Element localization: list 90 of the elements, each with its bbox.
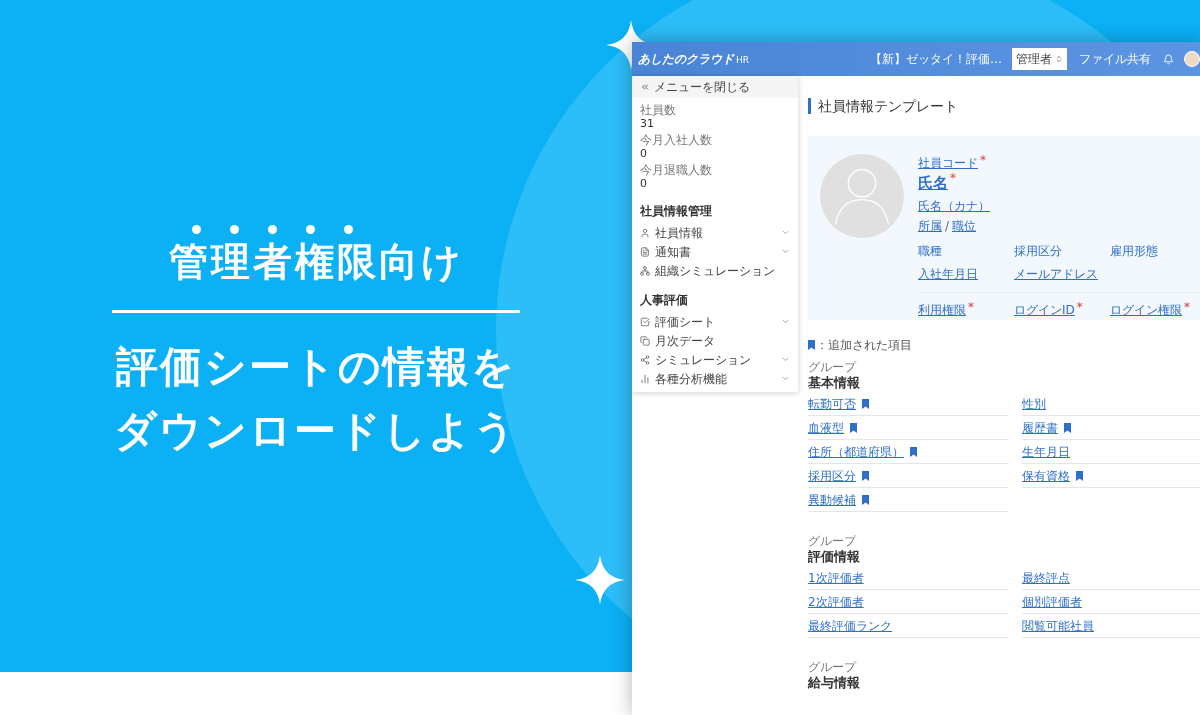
- field-link[interactable]: 2次評価者: [808, 592, 864, 611]
- role-select[interactable]: 管理者: [1012, 48, 1067, 70]
- hero-subtitle: 評価シートの情報を ダウンロードしよう: [114, 341, 518, 457]
- bookmark-icon: [1064, 422, 1071, 433]
- select-arrows-icon: [1055, 55, 1063, 63]
- profile-field[interactable]: メールアドレス: [1014, 264, 1110, 283]
- access-field[interactable]: ログインID: [1014, 300, 1075, 319]
- profile-field[interactable]: 入社年月日: [918, 264, 1014, 283]
- field-link[interactable]: 最終評点: [1022, 568, 1070, 587]
- menu-item[interactable]: 評価シート: [640, 312, 790, 331]
- logo[interactable]: あしたのクラウド: [638, 50, 734, 68]
- menu-item[interactable]: 月次データ: [640, 331, 790, 350]
- menu-item[interactable]: シミュレーション: [640, 350, 790, 369]
- notice-link[interactable]: 【新】ゼッタイ！評価…: [870, 50, 1002, 68]
- access-field[interactable]: 利用権限: [918, 300, 966, 319]
- notification-icon[interactable]: [1163, 53, 1174, 65]
- bookmark-icon: [850, 422, 857, 433]
- chevron-down-icon: [781, 228, 790, 237]
- menu-item[interactable]: 各種分析機能: [640, 369, 790, 388]
- group-title: 給与情報: [808, 674, 861, 692]
- double-chevron-icon: [640, 82, 650, 92]
- group-title: 基本情報: [808, 374, 861, 392]
- department-link[interactable]: 所属: [918, 216, 942, 235]
- field-link[interactable]: 保有資格: [1022, 466, 1070, 485]
- required-mark: *: [980, 154, 986, 166]
- profile-field: 職種: [918, 241, 1014, 260]
- file-share-link[interactable]: ファイル共有: [1079, 50, 1151, 68]
- field-link[interactable]: 住所（都道府県）: [808, 442, 904, 461]
- required-mark: *: [1076, 300, 1083, 313]
- checkbox-icon: [640, 316, 650, 327]
- name-link[interactable]: 氏名: [918, 172, 948, 195]
- close-menu-button[interactable]: メニューを閉じる: [632, 76, 798, 98]
- bookmark-icon: [862, 470, 869, 481]
- menu-item[interactable]: 社員情報: [640, 223, 790, 242]
- document-icon: [640, 246, 650, 257]
- employee-code-link[interactable]: 社員コード: [918, 154, 978, 172]
- field-link[interactable]: 履歴書: [1022, 418, 1058, 437]
- chevron-down-icon: [781, 374, 790, 383]
- stat-label: 社員数: [640, 103, 677, 117]
- sparkle-icon: [575, 555, 625, 605]
- legend-text: ：追加された項目: [816, 337, 912, 354]
- stat-value: 0: [640, 147, 648, 161]
- bookmark-icon: [1076, 470, 1083, 481]
- bookmark-icon: [862, 494, 869, 505]
- stat-value: 0: [640, 177, 648, 191]
- group-caption: グループ: [808, 534, 858, 548]
- group-caption: グループ: [808, 360, 858, 374]
- bookmark-icon: [808, 340, 815, 350]
- profile-field: 雇用形態: [1110, 241, 1200, 260]
- field-link[interactable]: 閲覧可能社員: [1022, 616, 1094, 635]
- field-link[interactable]: 血液型: [808, 418, 844, 437]
- field-link[interactable]: 個別評価者: [1022, 592, 1082, 611]
- field-link[interactable]: 性別: [1022, 394, 1046, 413]
- field-link[interactable]: 転勤可否: [808, 394, 856, 413]
- field-link[interactable]: 1次評価者: [808, 568, 864, 587]
- stat-value: 31: [640, 117, 655, 131]
- required-mark: *: [1184, 300, 1190, 313]
- profile-field: 採用区分: [1014, 241, 1110, 260]
- chevron-down-icon: [781, 247, 790, 256]
- avatar[interactable]: [1184, 51, 1200, 67]
- position-link[interactable]: 職位: [952, 216, 977, 235]
- required-mark: *: [950, 172, 956, 184]
- nodes-icon: [640, 354, 650, 365]
- required-mark: *: [968, 300, 974, 313]
- stat-label: 今月入社人数: [640, 133, 713, 147]
- bookmark-icon: [862, 398, 869, 409]
- person-icon: [640, 227, 650, 238]
- chevron-down-icon: [781, 355, 790, 364]
- section-title: 社員情報管理: [640, 203, 713, 220]
- access-field[interactable]: ログイン権限: [1110, 300, 1182, 319]
- page-title: 社員情報テンプレート: [808, 98, 1200, 114]
- hero-title: 管理者権限向け: [168, 238, 464, 286]
- menu-item[interactable]: 通知書: [640, 242, 790, 261]
- field-link[interactable]: 異動候補: [808, 490, 856, 509]
- chevron-down-icon: [781, 317, 790, 326]
- group-caption: グループ: [808, 660, 858, 674]
- stat-label: 今月退職人数: [640, 163, 713, 177]
- logo-suffix: HR: [736, 54, 750, 68]
- menu-item[interactable]: 組織シミュレーション: [640, 261, 790, 280]
- copy-icon: [640, 335, 650, 346]
- field-link[interactable]: 最終評価ランク: [808, 616, 892, 635]
- section-title: 人事評価: [640, 292, 689, 309]
- bar-chart-icon: [640, 373, 650, 384]
- separator: /: [945, 217, 950, 235]
- group-title: 評価情報: [808, 548, 861, 566]
- org-chart-icon: [640, 265, 650, 276]
- field-link[interactable]: 生年月日: [1022, 442, 1070, 461]
- bookmark-icon: [910, 446, 917, 457]
- kana-link[interactable]: 氏名（カナ）: [918, 196, 1200, 215]
- field-link[interactable]: 採用区分: [808, 466, 856, 485]
